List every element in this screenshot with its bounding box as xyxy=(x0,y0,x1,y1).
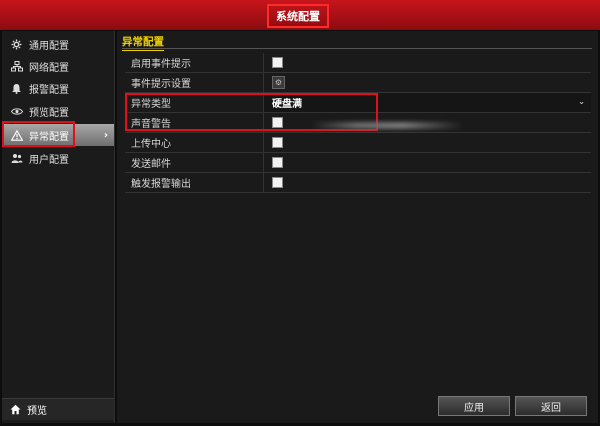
sidebar-item-exception[interactable]: 异常配置 › xyxy=(2,124,114,146)
setting-label: 上传中心 xyxy=(125,133,264,152)
setting-row-event-hint-settings: 事件提示设置 ⚙ xyxy=(125,73,591,93)
main-panel: 异常配置 启用事件提示 事件提示设置 ⚙ 异常类型 硬盘满 ⌄ 声音警告 上传中… xyxy=(117,31,598,423)
sidebar-item-label: 网络配置 xyxy=(29,62,69,74)
setting-row-exception-type: 异常类型 硬盘满 ⌄ xyxy=(125,93,591,113)
setting-row-send-email: 发送邮件 xyxy=(125,153,591,173)
chevron-right-icon: › xyxy=(103,129,108,141)
apply-button[interactable]: 应用 xyxy=(438,396,510,416)
title-bar: 系统配置 xyxy=(0,0,600,30)
setting-label: 异常类型 xyxy=(125,93,264,112)
setting-label: 启用事件提示 xyxy=(125,53,264,72)
network-icon xyxy=(10,60,23,73)
setting-row-upload-center: 上传中心 xyxy=(125,133,591,153)
audible-warning-checkbox[interactable] xyxy=(272,117,283,128)
sidebar-item-label: 通用配置 xyxy=(29,40,69,52)
sidebar-item-label: 报警配置 xyxy=(29,84,69,96)
setting-row-trigger-alarm-output: 触发报警输出 xyxy=(125,173,591,193)
preview-button[interactable]: 预览 xyxy=(2,398,114,420)
alarm-icon xyxy=(10,82,23,95)
sidebar-item-label: 预览配置 xyxy=(29,107,69,119)
window-title: 系统配置 xyxy=(267,4,329,28)
warning-icon xyxy=(10,129,23,142)
settings-icon[interactable]: ⚙ xyxy=(272,76,285,89)
home-icon xyxy=(10,404,21,415)
setting-label: 声音警告 xyxy=(125,113,264,132)
gear-icon xyxy=(10,38,23,51)
section-divider xyxy=(122,48,592,49)
enable-event-hint-checkbox[interactable] xyxy=(272,57,283,68)
setting-label: 发送邮件 xyxy=(125,153,264,172)
back-button[interactable]: 返回 xyxy=(515,396,587,416)
setting-label: 事件提示设置 xyxy=(125,73,264,92)
blurred-region xyxy=(311,122,463,129)
sidebar-item-label: 用户配置 xyxy=(29,154,69,166)
sidebar-item-user[interactable]: 用户配置 xyxy=(2,147,114,169)
sidebar: 通用配置 网络配置 报警配置 预览配置 异常配置 › 用户配置 xyxy=(2,31,115,423)
sidebar-item-preview[interactable]: 预览配置 xyxy=(2,100,114,122)
sidebar-item-network[interactable]: 网络配置 xyxy=(2,55,114,77)
upload-center-checkbox[interactable] xyxy=(272,137,283,148)
setting-label: 触发报警输出 xyxy=(125,173,264,192)
exception-type-select[interactable]: 硬盘满 ⌄ xyxy=(264,93,591,112)
chevron-down-icon: ⌄ xyxy=(578,97,585,106)
exception-type-value: 硬盘满 xyxy=(272,99,302,110)
sidebar-item-alarm[interactable]: 报警配置 xyxy=(2,77,114,99)
send-email-checkbox[interactable] xyxy=(272,157,283,168)
preview-button-label: 预览 xyxy=(27,406,47,417)
sidebar-item-general[interactable]: 通用配置 xyxy=(2,33,114,55)
trigger-alarm-output-checkbox[interactable] xyxy=(272,177,283,188)
sidebar-item-label: 异常配置 xyxy=(29,131,69,143)
user-icon xyxy=(10,152,23,165)
setting-row-enable-event-hint: 启用事件提示 xyxy=(125,53,591,73)
eye-icon xyxy=(10,105,23,118)
